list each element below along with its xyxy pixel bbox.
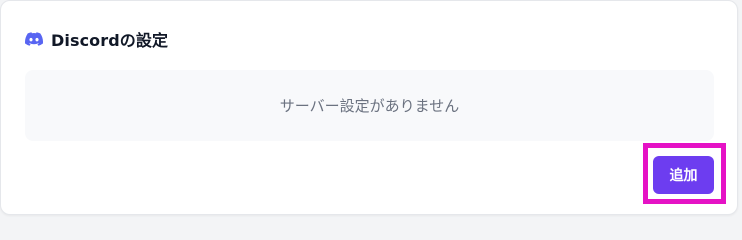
add-button[interactable]: 追加	[653, 156, 714, 194]
card-title: Discordの設定	[51, 31, 169, 50]
discord-icon	[25, 30, 43, 48]
card-header: Discordの設定	[25, 27, 168, 51]
empty-state-text: サーバー設定がありません	[279, 97, 460, 115]
empty-state: サーバー設定がありません	[25, 70, 714, 141]
discord-settings-card: Discordの設定 サーバー設定がありません	[0, 0, 738, 215]
